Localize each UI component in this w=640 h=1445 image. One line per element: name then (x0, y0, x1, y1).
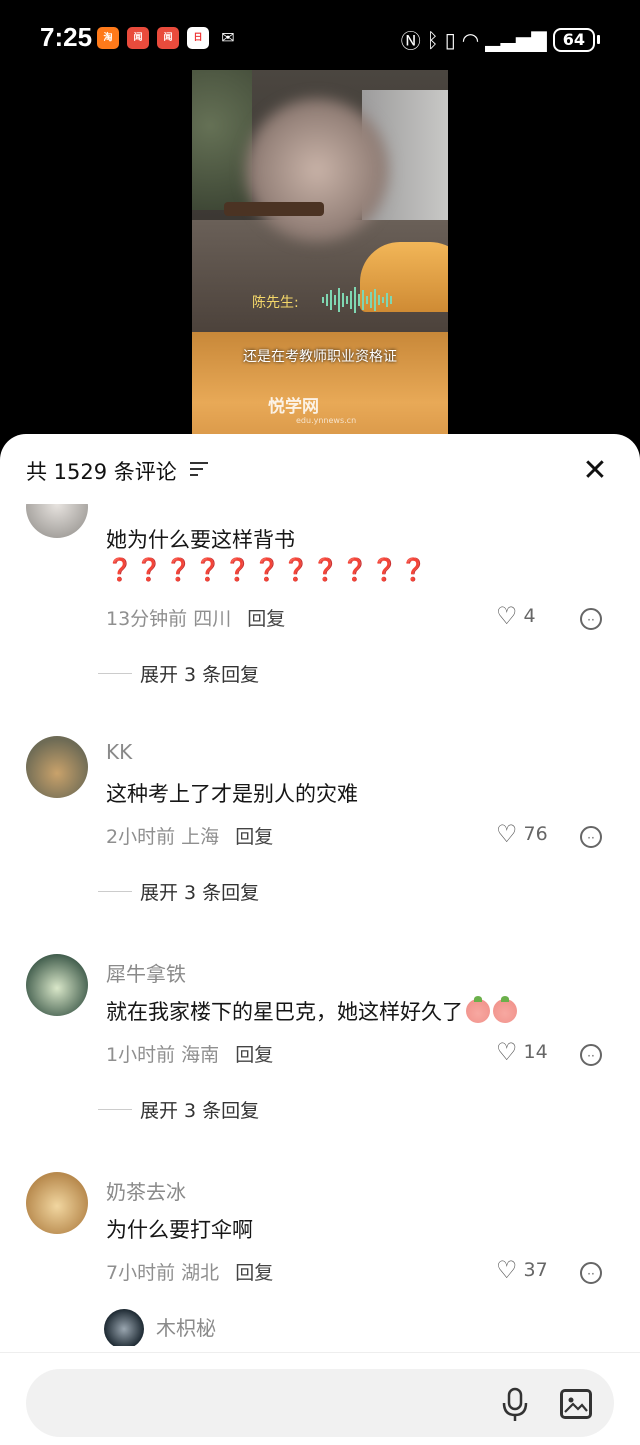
expand-replies-button[interactable]: 展开 3 条回复 (98, 660, 259, 687)
comment-list[interactable]: 她为什么要这样背书 ❓❓❓❓❓❓❓❓❓❓❓ 13分钟前 四川 回复 ♡ 4 ··… (0, 504, 640, 1346)
sort-filter-icon[interactable] (190, 462, 208, 480)
comment-author[interactable]: 犀牛拿铁 (106, 958, 186, 987)
peach-emoji-icon (466, 996, 490, 1023)
heart-icon: ♡ (496, 1256, 518, 1284)
emoji-reaction-icon[interactable]: ·· (580, 1262, 602, 1284)
audio-wave-icon (322, 286, 394, 314)
avatar[interactable] (26, 504, 88, 538)
notification-icons: 淘 闻 闻 日 ✉ (97, 27, 239, 49)
mail-icon: ✉ (221, 28, 235, 47)
close-icon[interactable]: ✕ (582, 456, 608, 486)
reply-author[interactable]: 木枳柲 (156, 1312, 216, 1341)
comment-time: 13分钟前 (106, 608, 188, 630)
comment-time: 7小时前 (106, 1262, 176, 1284)
expand-replies-label: 展开 3 条回复 (140, 664, 260, 686)
comment-time: 1小时前 (106, 1044, 176, 1066)
comment-location: 上海 (181, 826, 220, 848)
status-time: 7:25 (40, 22, 93, 52)
like-button[interactable]: ♡ 76 (496, 820, 548, 848)
news-icon: 闻 (127, 27, 149, 49)
bluetooth-icon: ᛒ (426, 27, 439, 52)
comment-location: 四川 (193, 608, 232, 630)
comment-location: 湖北 (181, 1262, 220, 1284)
emoji-reaction-icon[interactable]: ·· (580, 608, 602, 630)
comment-meta: 2小时前 上海 回复 (106, 822, 273, 849)
reply-button[interactable]: 回复 (247, 608, 285, 630)
like-count: 14 (523, 1041, 548, 1063)
reply-button[interactable]: 回复 (235, 1044, 273, 1066)
news-icon: 闻 (157, 27, 179, 49)
expand-replies-button[interactable]: 展开 3 条回复 (98, 878, 259, 905)
comment-text: 这种考上了才是别人的灾难 (106, 782, 358, 806)
reply-button[interactable]: 回复 (235, 1262, 273, 1284)
comment-author[interactable]: 奶茶去冰 (106, 1176, 186, 1205)
battery-icon: 64 (552, 27, 600, 52)
battery-level: 64 (552, 27, 595, 52)
emoji-reaction-icon[interactable]: ·· (580, 826, 602, 848)
emoji-reaction-icon[interactable]: ·· (580, 1044, 602, 1066)
signal-icon: ▂▃▅▇ (485, 27, 547, 52)
heart-icon: ♡ (496, 602, 518, 630)
comment-count: 共 1529 条评论 (26, 460, 177, 484)
watermark-logo: 悦学网 (268, 397, 319, 417)
video-subtitle: 还是在考教师职业资格证 (243, 349, 397, 365)
comment-text: 她为什么要这样背书 (106, 528, 295, 552)
avatar[interactable] (26, 736, 88, 798)
taobao-icon: 淘 (97, 27, 119, 49)
like-count: 37 (523, 1259, 548, 1281)
like-button[interactable]: ♡ 37 (496, 1256, 548, 1284)
avatar[interactable] (26, 954, 88, 1016)
comment-meta: 7小时前 湖北 回复 (106, 1258, 273, 1285)
peach-emoji-icon (493, 996, 517, 1023)
wifi-icon: ◠ (461, 27, 480, 52)
status-bar: 7:25 淘 闻 闻 日 ✉ Ⓝ ᛒ ▯ ◠ ▂▃▅▇ 64 (0, 0, 640, 80)
comment-meta: 13分钟前 四川 回复 (106, 604, 285, 631)
speaker-label: 陈先生: (252, 295, 299, 311)
comment-text: 为什么要打伞啊 (106, 1218, 253, 1242)
reply-button[interactable]: 回复 (235, 826, 273, 848)
comment-input-placeholder (54, 1391, 294, 1413)
expand-replies-label: 展开 3 条回复 (140, 1100, 260, 1122)
like-button[interactable]: ♡ 4 (496, 602, 536, 630)
image-picker-icon[interactable] (560, 1389, 592, 1419)
like-count: 4 (523, 605, 536, 627)
heart-icon: ♡ (496, 820, 518, 848)
reply-avatar[interactable] (104, 1309, 144, 1346)
expand-replies-label: 展开 3 条回复 (140, 882, 260, 904)
comment-author[interactable]: KK (106, 740, 132, 764)
calendar-icon: 日 (187, 27, 209, 49)
like-button[interactable]: ♡ 14 (496, 1038, 548, 1066)
comment-text-body: 就在我家楼下的星巴克，她这样好久了 (106, 1000, 463, 1024)
comment-input[interactable] (26, 1369, 614, 1437)
comment-emoji-row: ❓❓❓❓❓❓❓❓❓❓❓ (106, 558, 430, 583)
comment-input-bar (0, 1352, 640, 1445)
expand-replies-button[interactable]: 展开 3 条回复 (98, 1096, 259, 1123)
like-count: 76 (523, 823, 548, 845)
comment-meta: 1小时前 海南 回复 (106, 1040, 273, 1067)
comment-text: 就在我家楼下的星巴克，她这样好久了 (106, 996, 517, 1026)
heart-icon: ♡ (496, 1038, 518, 1066)
nfc-icon: Ⓝ (400, 29, 421, 53)
watermark-url: edu.ynnews.cn (296, 416, 357, 425)
system-icons: Ⓝ ᛒ ▯ ◠ ▂▃▅▇ 64 (401, 25, 600, 54)
video-player[interactable]: 陈先生: 还是在考教师职业资格证 悦学网 edu.ynnews.cn (192, 70, 448, 450)
microphone-icon[interactable] (500, 1387, 530, 1423)
avatar[interactable] (26, 1172, 88, 1234)
comment-location: 海南 (181, 1044, 220, 1066)
comment-time: 2小时前 (106, 826, 176, 848)
comments-sheet: 共 1529 条评论 ✕ 她为什么要这样背书 ❓❓❓❓❓❓❓❓❓❓❓ 13分钟前… (0, 434, 640, 1445)
comments-header: 共 1529 条评论 ✕ (0, 434, 640, 508)
vibrate-icon: ▯ (444, 27, 456, 52)
blurred-person (242, 90, 392, 250)
